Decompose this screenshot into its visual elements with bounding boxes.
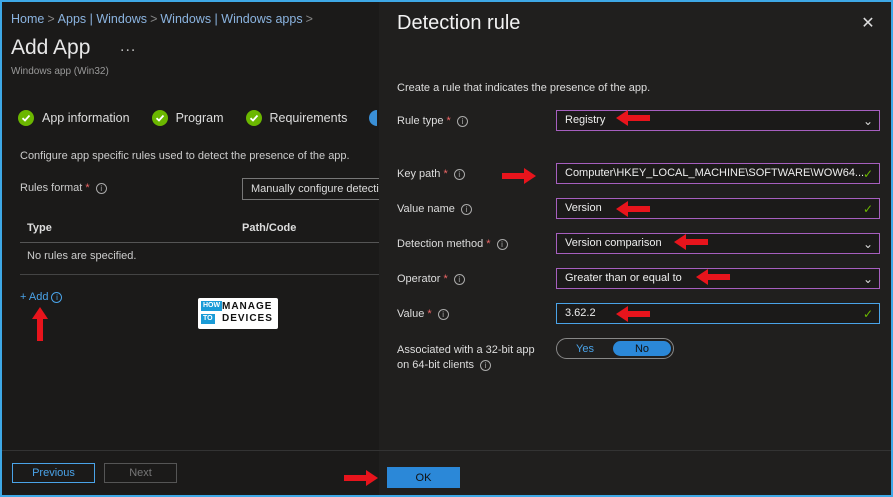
arrow-icon bbox=[32, 307, 48, 341]
arrow-icon bbox=[616, 306, 650, 322]
arrow-icon bbox=[616, 110, 650, 126]
app-frame: Home > Apps | Windows > Windows | Windows ap… bbox=[2, 2, 891, 495]
arrow-icon bbox=[696, 269, 730, 285]
arrow-icon bbox=[616, 201, 650, 217]
annotation-arrows bbox=[32, 110, 730, 486]
arrow-icon bbox=[502, 168, 536, 184]
arrow-icon bbox=[674, 234, 708, 250]
arrow-icon bbox=[344, 470, 378, 486]
